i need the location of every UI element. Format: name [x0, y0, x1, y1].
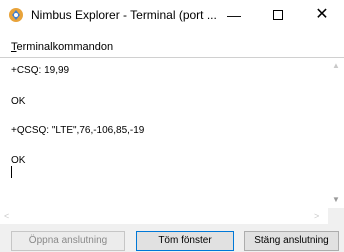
scroll-up-icon[interactable]: ▲: [328, 60, 344, 72]
close-button[interactable]: ✕: [300, 0, 344, 30]
menu-bar: Terminalkommandon: [0, 39, 344, 57]
minimize-icon: —: [227, 7, 241, 23]
maximize-icon: [273, 10, 283, 21]
window-title: Nimbus Explorer - Terminal (port ...: [31, 8, 217, 22]
close-icon: ✕: [315, 6, 329, 23]
scroll-left-icon[interactable]: <: [4, 210, 14, 222]
menu-terminal-commands[interactable]: Terminalkommandon: [11, 41, 113, 53]
terminal-line: +CSQ: 19,99: [11, 65, 70, 76]
terminal-line: OK: [11, 155, 26, 166]
terminal-output[interactable]: +CSQ: 19,99 OK +QCSQ: "LTE",76,-106,85,-…: [0, 57, 344, 224]
button-bar: Öppna anslutning Töm fönster Stäng anslu…: [0, 224, 344, 252]
horizontal-scrollbar[interactable]: < >: [0, 208, 328, 224]
terminal-line: +QCSQ: "LTE",76,-106,85,-19: [11, 125, 145, 136]
open-connection-button[interactable]: Öppna anslutning: [11, 231, 125, 251]
scroll-down-icon[interactable]: ▼: [328, 194, 344, 206]
clear-window-button[interactable]: Töm fönster: [136, 231, 234, 251]
close-connection-button[interactable]: Stäng anslutning: [244, 231, 339, 251]
terminal-line: OK: [11, 96, 26, 107]
scroll-right-icon[interactable]: >: [314, 210, 324, 222]
menu-label: erminalkommandon: [16, 41, 114, 53]
text-caret: [11, 166, 12, 178]
scrollbar-corner: [328, 208, 344, 224]
vertical-scrollbar[interactable]: ▲ ▼: [328, 58, 344, 208]
minimize-button[interactable]: —: [212, 0, 256, 30]
maximize-button[interactable]: [256, 0, 300, 30]
nimbus-app-icon: [9, 8, 23, 22]
title-bar[interactable]: Nimbus Explorer - Terminal (port ... — ✕: [0, 0, 344, 30]
